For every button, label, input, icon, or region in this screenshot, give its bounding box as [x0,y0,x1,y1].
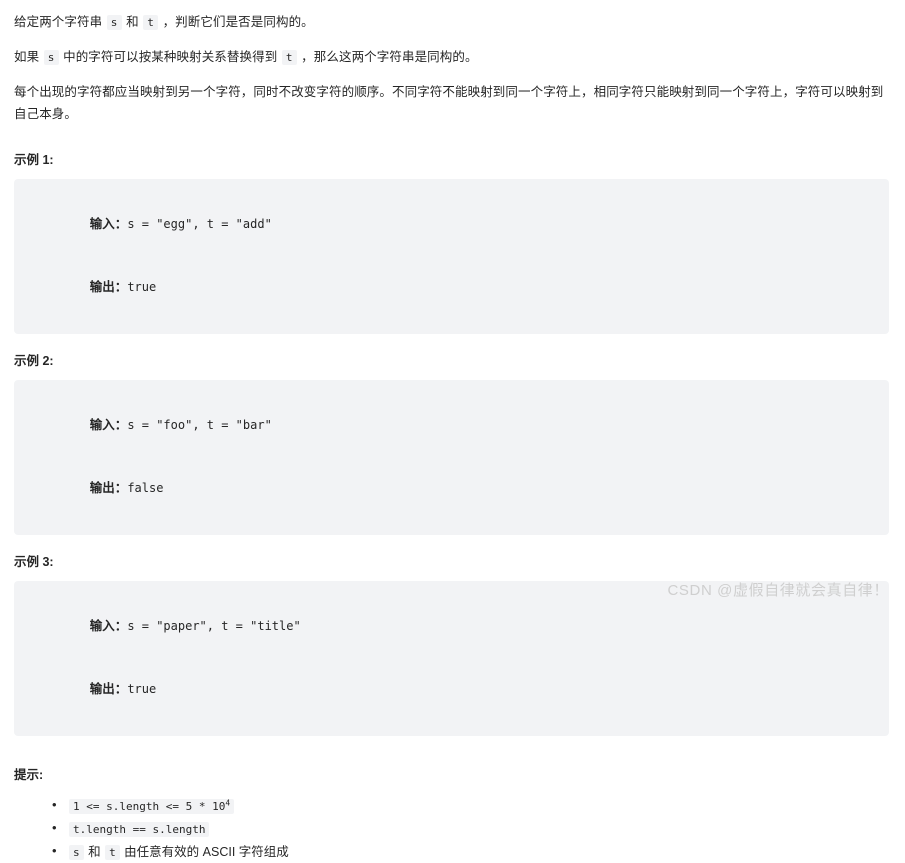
inline-code: s [106,15,122,30]
output-value: true [127,682,157,696]
example-output-line: 输出：true [32,256,871,319]
output-value: false [127,481,164,495]
inline-code: t [105,845,120,860]
example-code-block: 输入：s = "egg", t = "add" 输出：true [14,179,889,334]
hints-list: 1 <= s.length <= 5 * 104 t.length == s.l… [14,795,889,863]
example-output-line: 输出：true [32,658,871,721]
input-label: 输入： [89,619,128,633]
description-paragraph: 给定两个字符串 s 和 t ，判断它们是否是同构的。 [14,15,314,30]
input-value: s = "paper", t = "title" [127,619,301,633]
example-code-block: 输入：s = "paper", t = "title" 输出：true [14,581,889,736]
input-value: s = "foo", t = "bar" [127,418,272,432]
inline-code: t [281,50,297,65]
example-title: 示例 3: [14,555,54,569]
exponent: 4 [225,798,231,808]
list-item: t.length == s.length [52,818,889,840]
example-code-block: 输入：s = "foo", t = "bar" 输出：false [14,380,889,535]
example-title: 示例 1: [14,153,54,167]
example-input-line: 输入：s = "egg", t = "add" [32,193,871,256]
example-input-line: 输入：s = "foo", t = "bar" [32,394,871,457]
output-label: 输出： [89,280,128,294]
inline-code: s [43,50,59,65]
inline-code: t.length == s.length [69,822,210,837]
description-paragraph: 如果 s 中的字符可以按某种映射关系替换得到 t ，那么这两个字符串是同构的。 [14,50,478,65]
example-title: 示例 2: [14,354,54,368]
list-item: 1 <= s.length <= 5 * 104 [52,795,889,817]
example-section: 示例 2: 输入：s = "foo", t = "bar" 输出：false [14,352,889,535]
description-section: 给定两个字符串 s 和 t ，判断它们是否是同构的。 如果 s 中的字符可以按某… [14,11,889,125]
input-value: s = "egg", t = "add" [127,217,272,231]
example-output-line: 输出：false [32,457,871,520]
problem-description-page: 给定两个字符串 s 和 t ，判断它们是否是同构的。 如果 s 中的字符可以按某… [0,0,905,861]
example-input-line: 输入：s = "paper", t = "title" [32,595,871,658]
description-paragraph: 每个出现的字符都应当映射到另一个字符，同时不改变字符的顺序。不同字符不能映射到同… [14,85,884,121]
inline-code: t [143,15,158,30]
output-label: 输出： [89,682,128,696]
hints-title: 提示: [14,768,44,782]
hints-section: 提示: 1 <= s.length <= 5 * 104 t.length ==… [14,766,889,863]
output-label: 输出： [89,481,128,495]
input-label: 输入： [89,217,128,231]
output-value: true [127,280,157,294]
example-section: 示例 1: 输入：s = "egg", t = "add" 输出：true [14,151,889,334]
input-label: 输入： [89,418,128,432]
example-section: 示例 3: 输入：s = "paper", t = "title" 输出：tru… [14,553,889,736]
inline-code: s [69,845,84,860]
inline-code: 1 <= s.length <= 5 * 104 [69,798,235,814]
list-item: s 和 t 由任意有效的 ASCII 字符组成 [52,841,889,863]
